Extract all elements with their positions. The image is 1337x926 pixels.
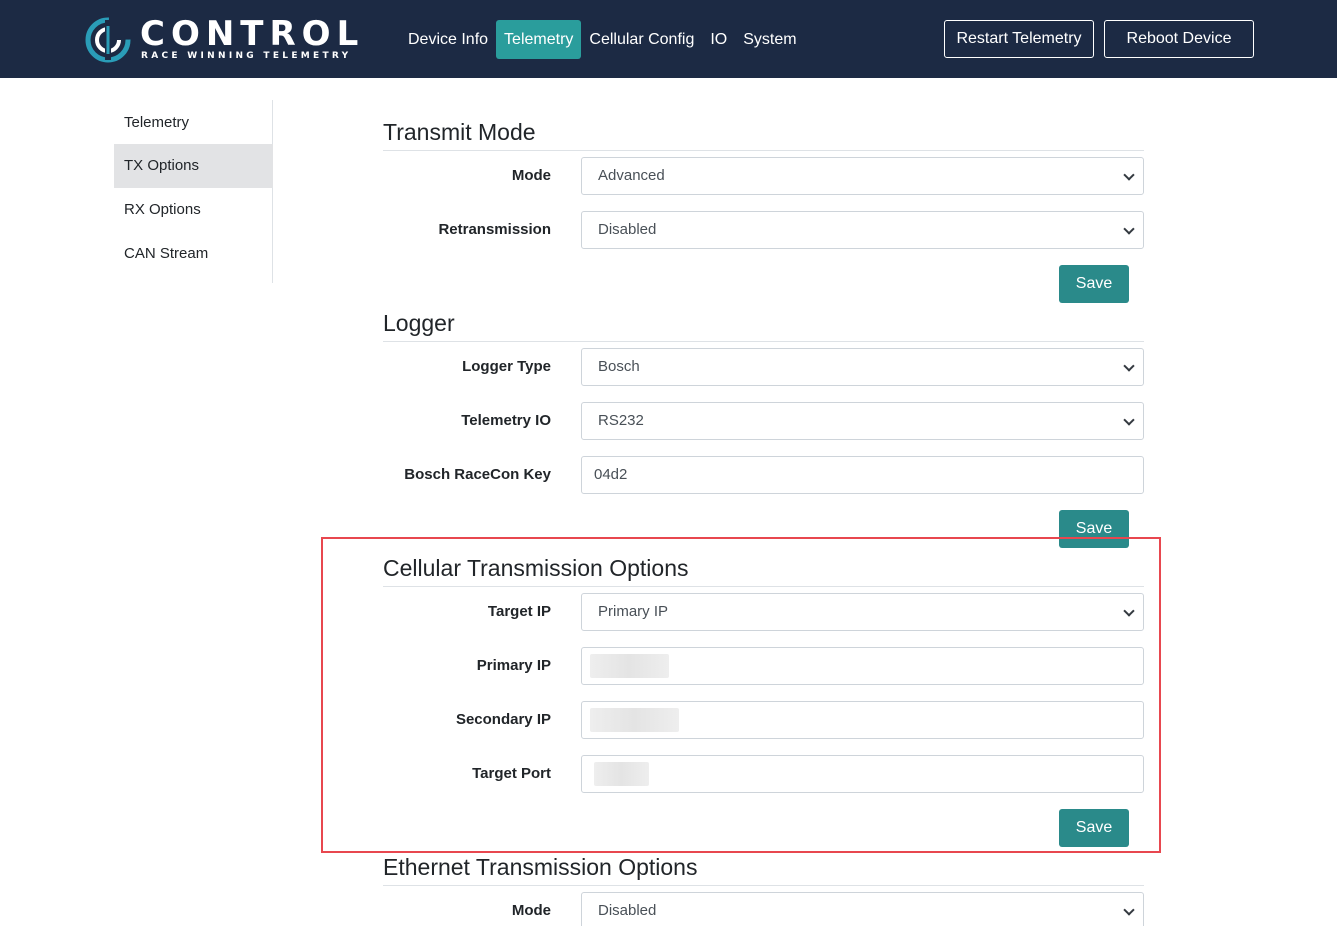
- nav-io[interactable]: IO: [702, 20, 735, 59]
- logger-type-label: Logger Type: [462, 358, 551, 375]
- main-nav: Device Info Telemetry Cellular Config IO…: [400, 20, 805, 59]
- cellular-options-heading: Cellular Transmission Options: [383, 554, 1144, 587]
- nav-cellular-config[interactable]: Cellular Config: [581, 20, 702, 59]
- racecon-key-input[interactable]: 04d2: [581, 456, 1144, 494]
- mode-label: Mode: [511, 167, 551, 184]
- logger-type-select[interactable]: Bosch: [581, 348, 1144, 386]
- racecon-key-label: Bosch RaceCon Key: [404, 466, 551, 483]
- sidebar-item-telemetry[interactable]: Telemetry: [114, 101, 273, 145]
- target-port-input[interactable]: [581, 755, 1144, 793]
- mode-select-value: Advanced: [598, 167, 665, 184]
- ethernet-mode-label: Mode: [511, 902, 551, 919]
- sidebar-item-tx-options[interactable]: TX Options: [114, 144, 273, 188]
- logger-type-select-value: Bosch: [598, 358, 640, 375]
- control-logo-icon: [85, 17, 131, 63]
- sidebar: Telemetry TX Options RX Options CAN Stre…: [114, 100, 273, 283]
- brand-logo[interactable]: CONTROL RACE WINNING TELEMETRY: [84, 14, 358, 66]
- brand-tagline: RACE WINNING TELEMETRY: [141, 51, 352, 61]
- secondary-ip-redacted: [590, 708, 679, 732]
- transmit-mode-heading: Transmit Mode: [383, 118, 1144, 151]
- primary-ip-input[interactable]: [581, 647, 1144, 685]
- mode-select[interactable]: Advanced: [581, 157, 1144, 195]
- brand-name: CONTROL: [140, 14, 365, 54]
- target-ip-select[interactable]: Primary IP: [581, 593, 1144, 631]
- retransmission-label: Retransmission: [438, 221, 551, 238]
- telemetry-io-select-value: RS232: [598, 412, 644, 429]
- secondary-ip-input[interactable]: [581, 701, 1144, 739]
- ethernet-options-heading: Ethernet Transmission Options: [383, 853, 1144, 886]
- target-ip-select-value: Primary IP: [598, 603, 669, 620]
- top-navbar: CONTROL RACE WINNING TELEMETRY Device In…: [0, 0, 1337, 78]
- nav-device-info[interactable]: Device Info: [400, 20, 496, 59]
- target-port-redacted: [594, 762, 649, 786]
- racecon-key-value: 04d2: [594, 466, 628, 483]
- reboot-device-button[interactable]: Reboot Device: [1104, 20, 1254, 58]
- target-ip-label: Target IP: [487, 603, 551, 620]
- restart-telemetry-button[interactable]: Restart Telemetry: [944, 20, 1094, 58]
- telemetry-io-label: Telemetry IO: [461, 412, 551, 429]
- ethernet-mode-select-value: Disabled: [598, 902, 657, 919]
- logger-heading: Logger: [383, 309, 1144, 342]
- secondary-ip-label: Secondary IP: [455, 711, 551, 728]
- logger-save-button[interactable]: Save: [1059, 510, 1129, 548]
- nav-system[interactable]: System: [735, 20, 804, 59]
- telemetry-io-select[interactable]: RS232: [581, 402, 1144, 440]
- ethernet-mode-select[interactable]: Disabled: [581, 892, 1144, 926]
- sidebar-item-rx-options[interactable]: RX Options: [114, 188, 273, 232]
- nav-telemetry[interactable]: Telemetry: [496, 20, 582, 59]
- target-port-label: Target Port: [472, 765, 551, 782]
- cellular-save-button[interactable]: Save: [1059, 809, 1129, 847]
- primary-ip-redacted: [590, 654, 669, 678]
- transmit-mode-save-button[interactable]: Save: [1059, 265, 1129, 303]
- primary-ip-label: Primary IP: [476, 657, 551, 674]
- retransmission-select-value: Disabled: [598, 221, 657, 238]
- sidebar-item-can-stream[interactable]: CAN Stream: [114, 232, 273, 276]
- retransmission-select[interactable]: Disabled: [581, 211, 1144, 249]
